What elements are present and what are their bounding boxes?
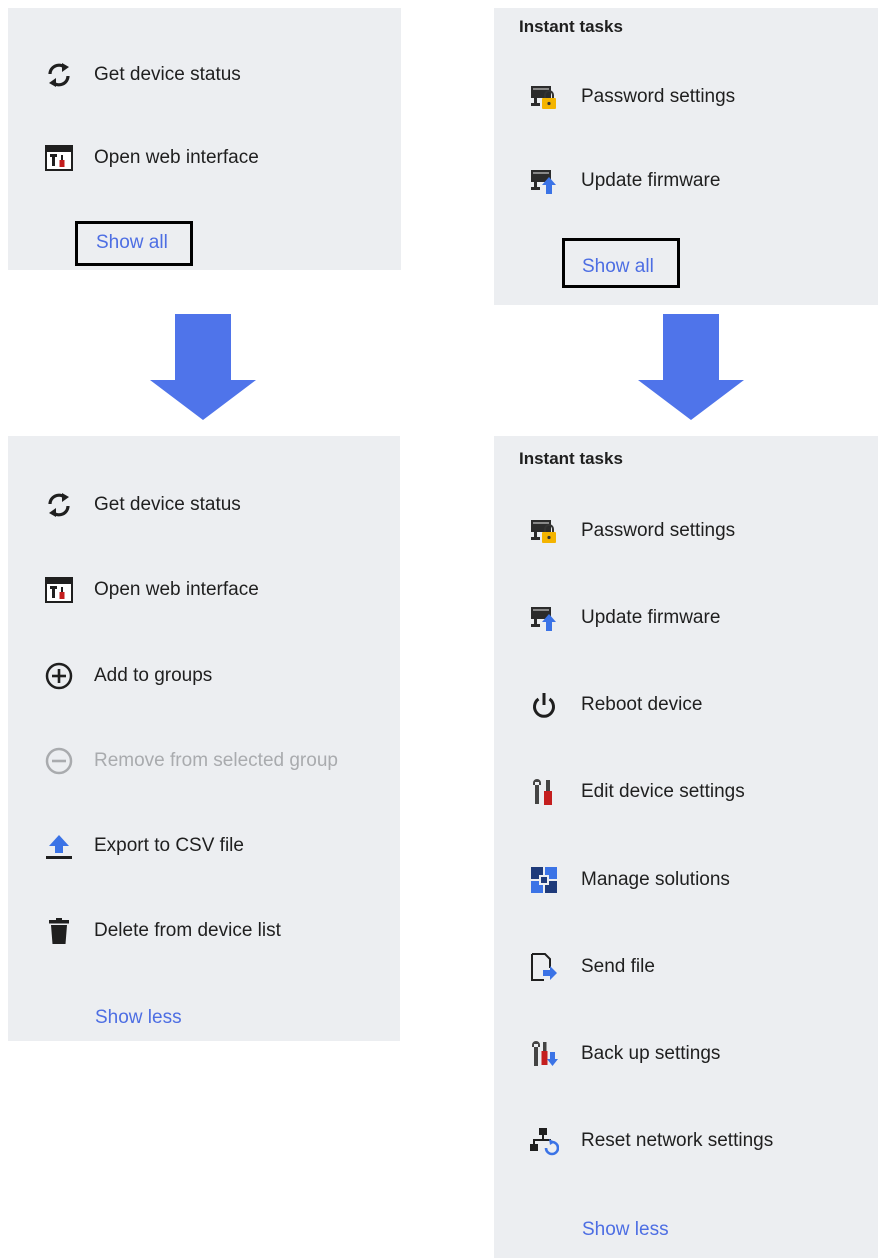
web-interface-icon: [44, 143, 74, 173]
instant-tasks-panel-expanded: Instant tasks Password settings Update f…: [494, 436, 878, 1258]
item-label: Open web interface: [94, 147, 259, 168]
send-file-item[interactable]: Send file: [529, 947, 655, 987]
power-icon: [529, 690, 559, 720]
panel-heading: Instant tasks: [519, 449, 623, 468]
highlight-frame: [562, 238, 680, 288]
export-csv-item[interactable]: Export to CSV file: [44, 826, 244, 866]
item-label: Update firmware: [581, 607, 721, 628]
open-web-interface-item[interactable]: Open web interface: [44, 138, 259, 178]
minus-circle-icon: [44, 746, 74, 776]
get-device-status-item[interactable]: Get device status: [44, 485, 241, 525]
update-firmware-icon: [529, 603, 559, 633]
refresh-icon: [44, 60, 74, 90]
item-label: Manage solutions: [581, 869, 730, 890]
manage-solutions-item[interactable]: Manage solutions: [529, 860, 730, 900]
add-to-groups-item[interactable]: Add to groups: [44, 656, 212, 696]
update-firmware-icon: [529, 166, 559, 196]
item-label: Get device status: [94, 494, 241, 515]
tools-icon: [529, 777, 559, 807]
open-web-interface-item[interactable]: Open web interface: [44, 570, 259, 610]
refresh-icon: [44, 490, 74, 520]
item-label: Password settings: [581, 520, 736, 541]
item-label: Send file: [581, 956, 655, 977]
device-actions-panel-expanded: Get device status Open web interface Add…: [8, 436, 400, 1041]
get-device-status-item[interactable]: Get device status: [44, 55, 241, 95]
item-label: Remove from selected group: [94, 750, 338, 771]
password-settings-icon: [529, 516, 559, 546]
remove-from-group-item: Remove from selected group: [44, 741, 338, 781]
password-settings-icon: [529, 82, 559, 112]
item-label: Delete from device list: [94, 920, 281, 941]
item-label: Reboot device: [581, 694, 703, 715]
trash-icon: [44, 916, 74, 946]
item-label: Update firmware: [581, 170, 721, 191]
network-reset-icon: [529, 1126, 559, 1156]
send-file-icon: [529, 952, 559, 982]
show-less-link[interactable]: Show less: [582, 1219, 669, 1241]
item-label: Back up settings: [581, 1043, 721, 1064]
item-label: Password settings: [581, 86, 736, 107]
panel-heading: Instant tasks: [519, 17, 623, 36]
item-label: Export to CSV file: [94, 835, 244, 856]
edit-device-settings-item[interactable]: Edit device settings: [529, 772, 745, 812]
update-firmware-item[interactable]: Update firmware: [529, 161, 720, 201]
item-label: Get device status: [94, 64, 241, 85]
update-firmware-item[interactable]: Update firmware: [529, 598, 720, 638]
device-actions-panel-collapsed: Get device status Open web interface Sho…: [8, 8, 401, 270]
arrow-down-icon: [638, 314, 744, 420]
item-label: Add to groups: [94, 665, 213, 686]
back-up-settings-item[interactable]: Back up settings: [529, 1034, 720, 1074]
plus-circle-icon: [44, 661, 74, 691]
item-label: Reset network settings: [581, 1130, 774, 1151]
item-label: Open web interface: [94, 579, 259, 600]
puzzle-icon: [529, 865, 559, 895]
password-settings-item[interactable]: Password settings: [529, 511, 735, 551]
delete-from-list-item[interactable]: Delete from device list: [44, 911, 281, 951]
reboot-device-item[interactable]: Reboot device: [529, 685, 702, 725]
web-interface-icon: [44, 575, 74, 605]
show-less-link[interactable]: Show less: [95, 1007, 182, 1029]
reset-network-settings-item[interactable]: Reset network settings: [529, 1121, 773, 1161]
item-label: Edit device settings: [581, 781, 745, 802]
highlight-frame: [75, 221, 193, 266]
instant-tasks-panel-collapsed: Instant tasks Password settings Update f…: [494, 8, 878, 305]
backup-settings-icon: [529, 1039, 559, 1069]
arrow-down-icon: [150, 314, 256, 420]
export-icon: [44, 831, 74, 861]
password-settings-item[interactable]: Password settings: [529, 77, 735, 117]
